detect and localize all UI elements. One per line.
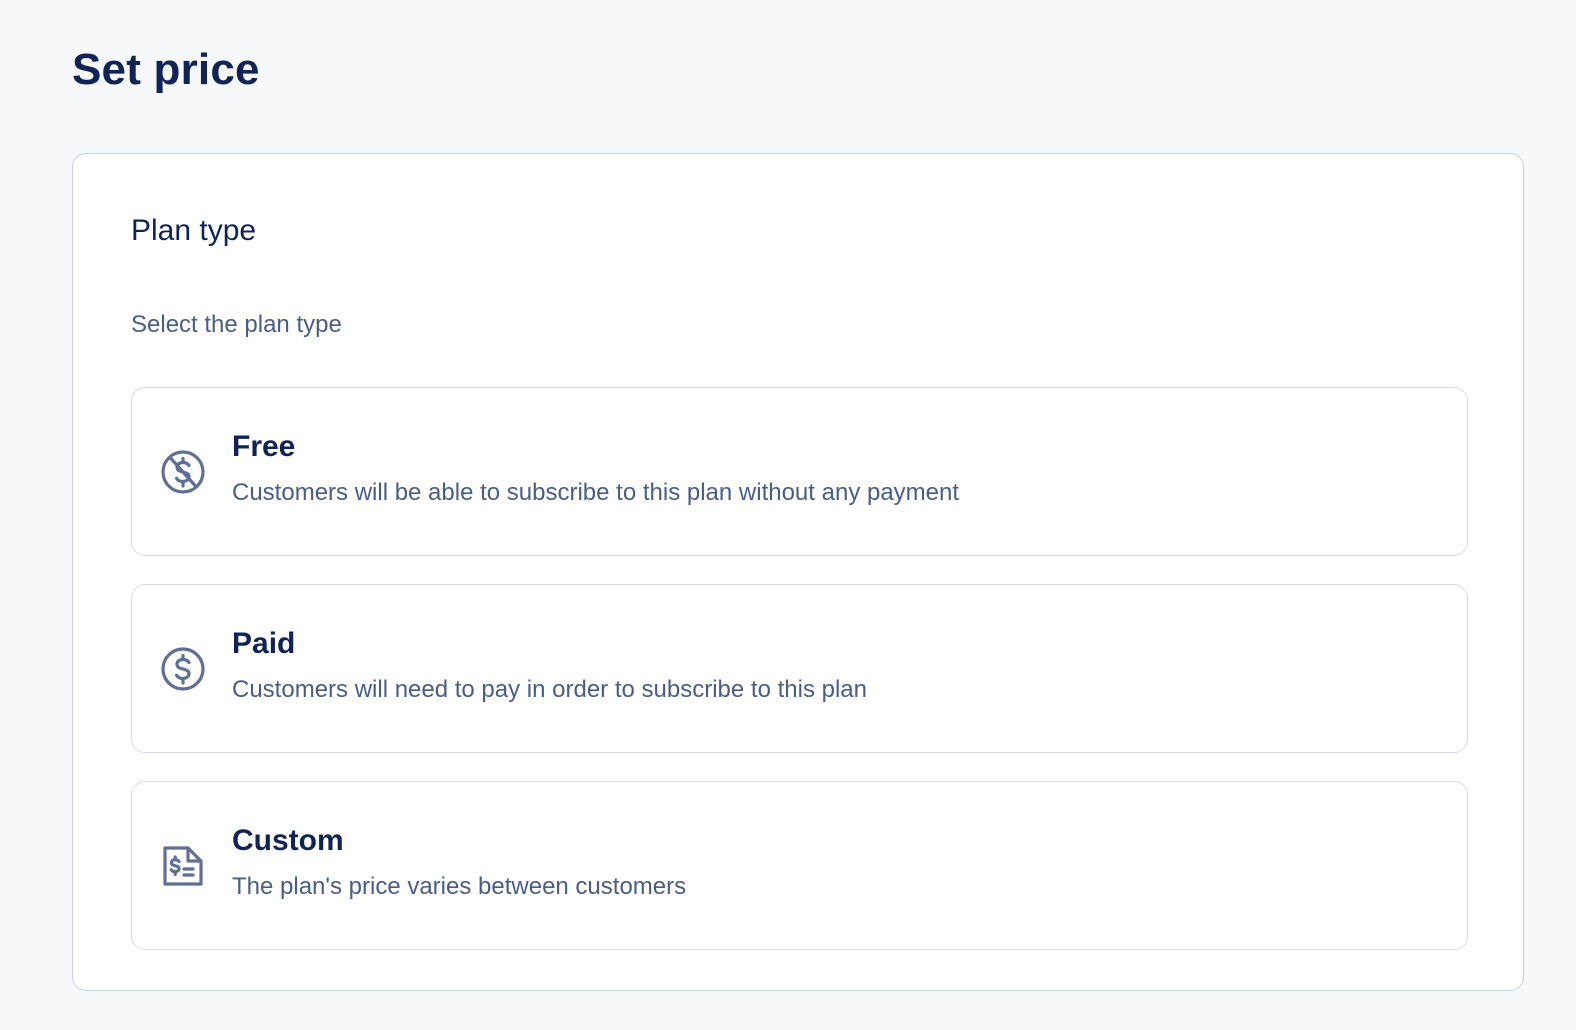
page-title: Set price	[72, 45, 260, 94]
plan-option-title: Paid	[232, 627, 296, 660]
plan-option-free[interactable]: Free Customers will be able to subscribe…	[131, 387, 1468, 556]
plan-option-description: Customers will need to pay in order to s…	[232, 676, 867, 703]
plan-option-description: Customers will be able to subscribe to t…	[232, 479, 960, 506]
plan-option-custom[interactable]: Custom The plan's price varies between c…	[131, 781, 1468, 950]
plan-option-description: The plan's price varies between customer…	[232, 873, 687, 900]
plan-type-subtitle: Select the plan type	[131, 311, 342, 338]
plan-type-card: Plan type Select the plan type Free Cust…	[72, 153, 1524, 991]
plan-option-paid[interactable]: Paid Customers will need to pay in order…	[131, 584, 1468, 753]
dollar-circle-icon	[159, 645, 207, 693]
custom-price-document-icon	[159, 842, 207, 890]
dollar-slash-icon	[159, 448, 207, 496]
plan-option-title: Free	[232, 430, 296, 463]
plan-type-title: Plan type	[131, 214, 257, 247]
plan-option-title: Custom	[232, 824, 344, 857]
